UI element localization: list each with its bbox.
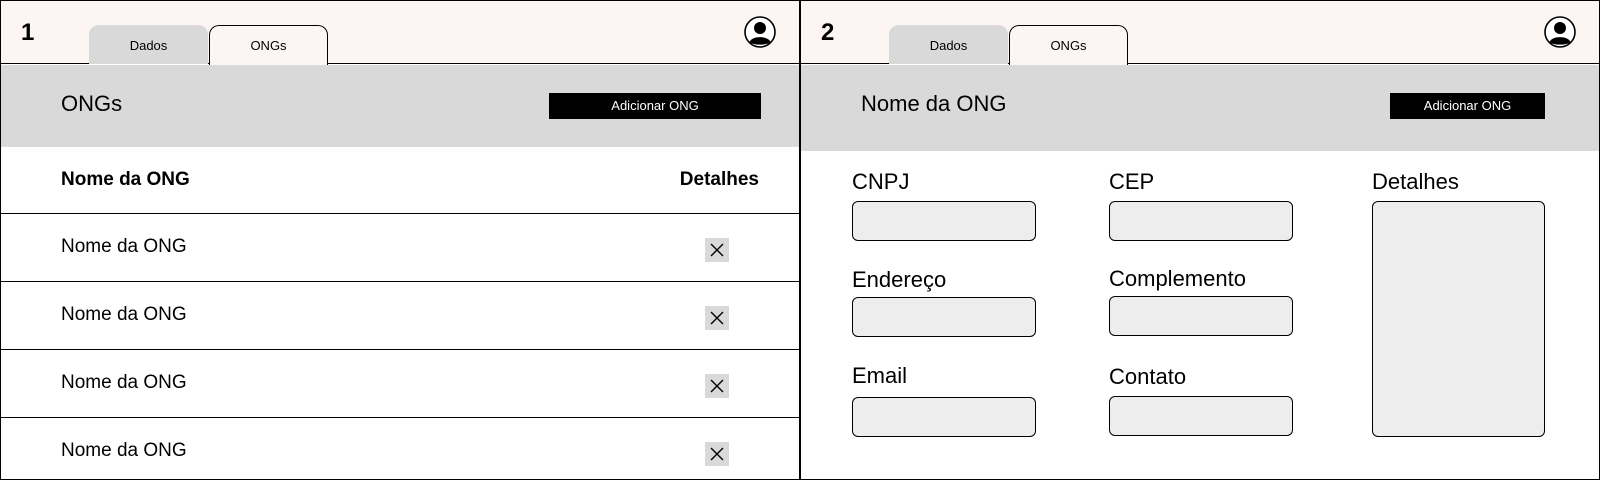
page-title: Nome da ONG xyxy=(861,91,1007,116)
row-ong-name: Nome da ONG xyxy=(61,304,187,325)
add-ong-button[interactable]: Adicionar ONG xyxy=(1390,93,1545,119)
row-ong-name: Nome da ONG xyxy=(61,236,187,257)
details-label: Detalhes xyxy=(1372,169,1459,194)
frame-ong-list: 1 Dados ONGs ONGs Adicionar ONG Nome da … xyxy=(0,0,800,480)
email-label: Email xyxy=(852,363,908,388)
details-textarea[interactable] xyxy=(1372,201,1545,437)
frame-number: 2 xyxy=(821,19,835,46)
table-row[interactable]: Nome da ONG xyxy=(1,350,799,418)
contato-label: Contato xyxy=(1109,364,1187,389)
header-band: Nome da ONG Adicionar ONG xyxy=(801,65,1599,151)
tab-ongs[interactable]: ONGs xyxy=(1009,25,1128,65)
frame-number: 1 xyxy=(21,19,35,46)
close-icon[interactable] xyxy=(705,442,729,466)
cep-field[interactable] xyxy=(1109,201,1293,241)
top-bar: 1 Dados ONGs xyxy=(1,1,799,65)
cep-label: CEP xyxy=(1109,169,1155,194)
complemento-label: Complemento xyxy=(1109,266,1246,291)
table-header: Nome da ONG Detalhes xyxy=(1,147,799,214)
table-row[interactable]: Nome da ONG xyxy=(1,418,799,479)
cnpj-label: CNPJ xyxy=(852,169,910,194)
tab-dados[interactable]: Dados xyxy=(889,25,1008,64)
column-header-details: Detalhes xyxy=(679,169,759,190)
email-field[interactable] xyxy=(852,397,1036,437)
tab-dados[interactable]: Dados xyxy=(89,25,208,64)
endereco-field[interactable] xyxy=(852,297,1036,337)
close-icon[interactable] xyxy=(705,374,729,398)
header-band: ONGs Adicionar ONG xyxy=(1,65,799,147)
complemento-field[interactable] xyxy=(1109,296,1293,336)
cnpj-field[interactable] xyxy=(852,201,1036,241)
row-ong-name: Nome da ONG xyxy=(61,440,187,461)
top-bar: 2 Dados ONGs xyxy=(801,1,1599,65)
add-ong-button[interactable]: Adicionar ONG xyxy=(549,93,761,119)
column-header-name: Nome da ONG xyxy=(61,169,190,190)
frame-ong-details: 2 Dados ONGs Nome da ONG Adicionar ONG C… xyxy=(800,0,1600,480)
user-avatar-icon[interactable] xyxy=(1544,16,1576,48)
page-title: ONGs xyxy=(61,91,123,116)
endereco-label: Endereço xyxy=(852,267,947,292)
user-avatar-icon[interactable] xyxy=(744,16,776,48)
tab-ongs[interactable]: ONGs xyxy=(209,25,328,65)
close-icon[interactable] xyxy=(705,238,729,262)
close-icon[interactable] xyxy=(705,306,729,330)
row-ong-name: Nome da ONG xyxy=(61,372,187,393)
table-row[interactable]: Nome da ONG xyxy=(1,214,799,282)
contato-field[interactable] xyxy=(1109,396,1293,436)
table-row[interactable]: Nome da ONG xyxy=(1,282,799,350)
